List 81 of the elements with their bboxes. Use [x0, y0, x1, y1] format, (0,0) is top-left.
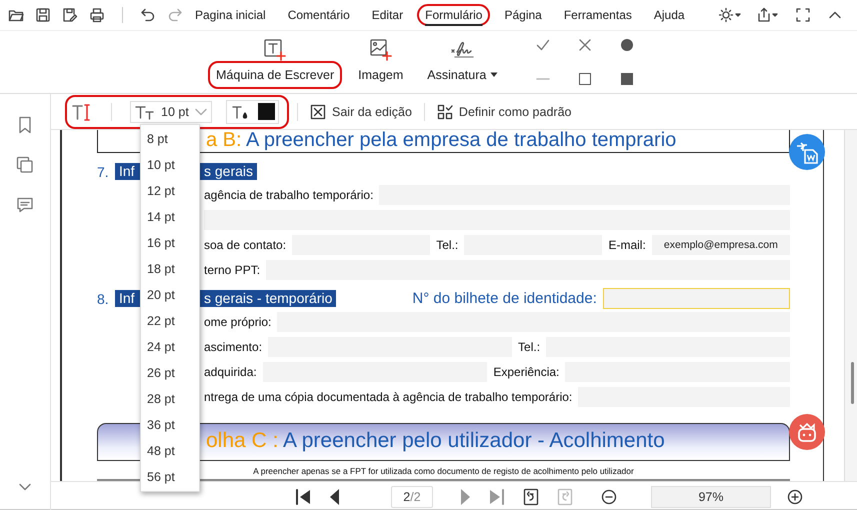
form-label: adquirida:	[204, 365, 257, 379]
save-as-icon[interactable]	[62, 7, 78, 23]
menu-option[interactable]: 48 pt	[141, 438, 199, 464]
menu-option[interactable]: 26 pt	[141, 360, 199, 386]
ribbon-tool-button[interactable]: Imagem	[350, 31, 412, 93]
text-color-icon	[232, 104, 250, 120]
chevron-down-icon	[195, 108, 207, 116]
input-field[interactable]: exemplo@empresa.com	[652, 235, 790, 255]
save-icon[interactable]	[35, 7, 51, 23]
menu-option[interactable]: 12 pt	[141, 178, 199, 204]
form-label: soa de contato:	[204, 238, 286, 252]
font-size-icon	[135, 104, 155, 120]
menu-option[interactable]: 16 pt	[141, 230, 199, 256]
menu-option[interactable]: 14 pt	[141, 204, 199, 230]
zoom-out-icon[interactable]	[601, 488, 617, 504]
form-label: ome próprio:	[204, 315, 272, 329]
form-label: Tel.:	[518, 340, 540, 354]
menu-tab[interactable]: Editar	[364, 4, 412, 26]
rotate-left-icon[interactable]	[523, 488, 539, 506]
menu-tab[interactable]: Pagina inicial	[187, 4, 274, 26]
scrollbar[interactable]	[844, 130, 857, 481]
undo-icon[interactable]	[140, 7, 156, 23]
menu-tab[interactable]: Comentário	[280, 4, 358, 26]
menu-tab[interactable]: Ferramentas	[556, 4, 640, 26]
typewriter-icon	[262, 37, 288, 61]
filled-square-icon[interactable]	[620, 72, 634, 86]
form-label: N° do bilhete de identidade:	[412, 290, 597, 307]
next-page-icon[interactable]	[461, 488, 471, 506]
input-field[interactable]	[204, 210, 790, 230]
menu-option[interactable]: 24 pt	[141, 334, 199, 360]
default-icon	[436, 104, 453, 120]
menu-option[interactable]: 28 pt	[141, 386, 199, 412]
section-number: 7.	[97, 164, 110, 180]
document-convert-icon[interactable]	[789, 134, 825, 170]
redo-icon[interactable]	[167, 7, 183, 23]
menu-option[interactable]: 8 pt	[141, 126, 199, 152]
form-label: agência de trabalho temporário:	[204, 188, 374, 202]
form-label: Experiência:	[493, 365, 560, 379]
form-label: ntrega de uma cópia documentada à agência de trabalho temporário:	[204, 390, 572, 404]
menu-tab[interactable]: Página	[496, 4, 550, 26]
page-number-field[interactable]: 2/2	[391, 486, 433, 508]
previous-page-icon[interactable]	[329, 488, 339, 506]
chevron-down-icon[interactable]	[18, 482, 32, 492]
menu-option[interactable]: 18 pt	[141, 256, 199, 282]
form-label: E-mail:	[608, 238, 646, 252]
toolbar-button[interactable]: Sair da edição	[306, 102, 416, 122]
fullscreen-icon[interactable]	[795, 7, 811, 23]
color-swatch	[258, 103, 275, 120]
menu-tab[interactable]: Formulário	[417, 4, 490, 26]
zoom-field[interactable]: 97%	[651, 486, 771, 508]
filled-circle-icon[interactable]	[620, 38, 634, 52]
first-page-icon[interactable]	[295, 488, 311, 506]
form-label: Tel.:	[436, 238, 458, 252]
cross-icon[interactable]	[578, 38, 592, 52]
zoom-in-icon[interactable]	[787, 488, 803, 504]
ribbon-tool-button[interactable]: Máquina de Escrever	[208, 31, 342, 93]
share-icon[interactable]	[757, 7, 779, 23]
robot-face-icon[interactable]	[789, 414, 825, 450]
exit-icon	[310, 104, 326, 120]
form-label: terno PPT:	[204, 263, 260, 277]
caret-down-icon	[490, 72, 498, 78]
font-size-select[interactable]: 10 pt	[130, 100, 212, 122]
toolbar-button[interactable]: Definir como padrão	[432, 102, 576, 122]
square-icon[interactable]	[578, 72, 592, 86]
ribbon-tool-button[interactable]: Assinatura	[419, 31, 506, 93]
form-label: ascimento:	[204, 340, 262, 354]
image-icon	[368, 37, 394, 61]
pages-icon[interactable]	[16, 156, 34, 174]
last-page-icon[interactable]	[489, 488, 505, 506]
comment-icon[interactable]	[16, 196, 34, 214]
text-color-picker[interactable]	[226, 100, 279, 124]
menu-tab[interactable]: Ajuda	[646, 4, 693, 26]
menu-option[interactable]: 22 pt	[141, 308, 199, 334]
bookmark-icon[interactable]	[17, 116, 33, 134]
menu-option[interactable]: 56 pt	[141, 464, 199, 490]
print-icon[interactable]	[89, 7, 105, 23]
checkmark-icon[interactable]	[536, 38, 550, 52]
brightness-icon[interactable]	[719, 7, 741, 23]
input-field[interactable]	[602, 288, 790, 309]
section-number: 8.	[97, 290, 110, 306]
menu-option[interactable]: 36 pt	[141, 412, 199, 438]
